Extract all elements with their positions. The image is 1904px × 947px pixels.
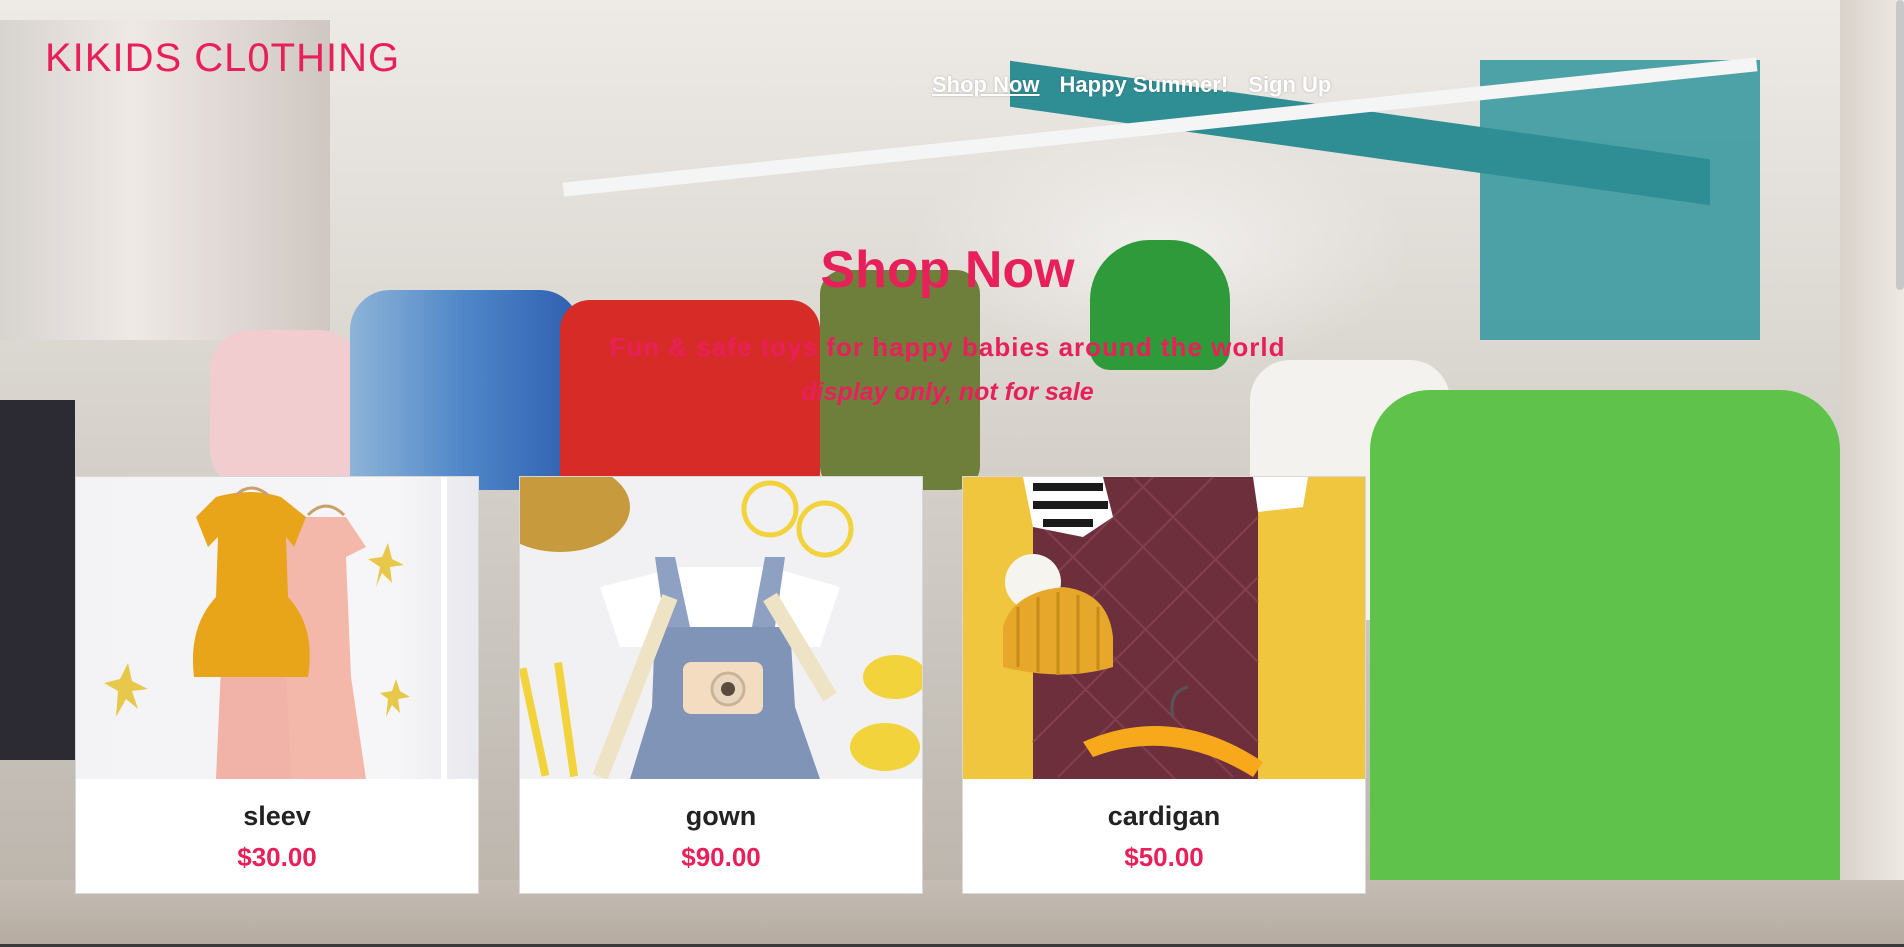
hero-note: display only, not for sale: [801, 378, 1094, 406]
main-nav: Shop Now Happy Summer! Sign Up: [932, 72, 1331, 98]
nav-link-happy-summer[interactable]: Happy Summer!: [1060, 72, 1229, 98]
background-right-strip: [1840, 0, 1904, 947]
product-price: $90.00: [681, 842, 761, 872]
page: KIKIDS CL0THING Shop Now Happy Summer! S…: [0, 0, 1904, 947]
product-name[interactable]: gown: [520, 801, 922, 832]
product-price: $50.00: [1124, 842, 1204, 872]
product-card-sleev[interactable]: sleev $30.00: [75, 476, 479, 894]
background-dark-clothes: [0, 400, 75, 760]
product-name[interactable]: cardigan: [963, 801, 1365, 832]
hero-title: Shop Now: [820, 241, 1075, 299]
nav-link-shop-now[interactable]: Shop Now: [932, 72, 1040, 98]
overalls-illustration-icon: [520, 477, 922, 779]
brand-logo[interactable]: KIKIDS CL0THING: [45, 36, 400, 81]
product-image-gown[interactable]: [520, 477, 922, 779]
product-card-gown[interactable]: gown $90.00: [519, 476, 923, 894]
scrollbar[interactable]: [1896, 0, 1904, 290]
product-image-sleev[interactable]: [76, 477, 478, 779]
product-name[interactable]: sleev: [76, 801, 478, 832]
dress-illustration-icon: [104, 477, 447, 779]
product-card-cardigan[interactable]: cardigan $50.00: [962, 476, 1366, 894]
nav-link-sign-up[interactable]: Sign Up: [1248, 72, 1331, 98]
product-price: $30.00: [237, 842, 317, 872]
product-image-cardigan[interactable]: [963, 477, 1365, 779]
cardigan-illustration-icon: [1003, 477, 1308, 779]
hero-subtitle: Fun & safe toys for happy babies around …: [609, 332, 1286, 362]
background-green-tee: [1370, 390, 1840, 947]
